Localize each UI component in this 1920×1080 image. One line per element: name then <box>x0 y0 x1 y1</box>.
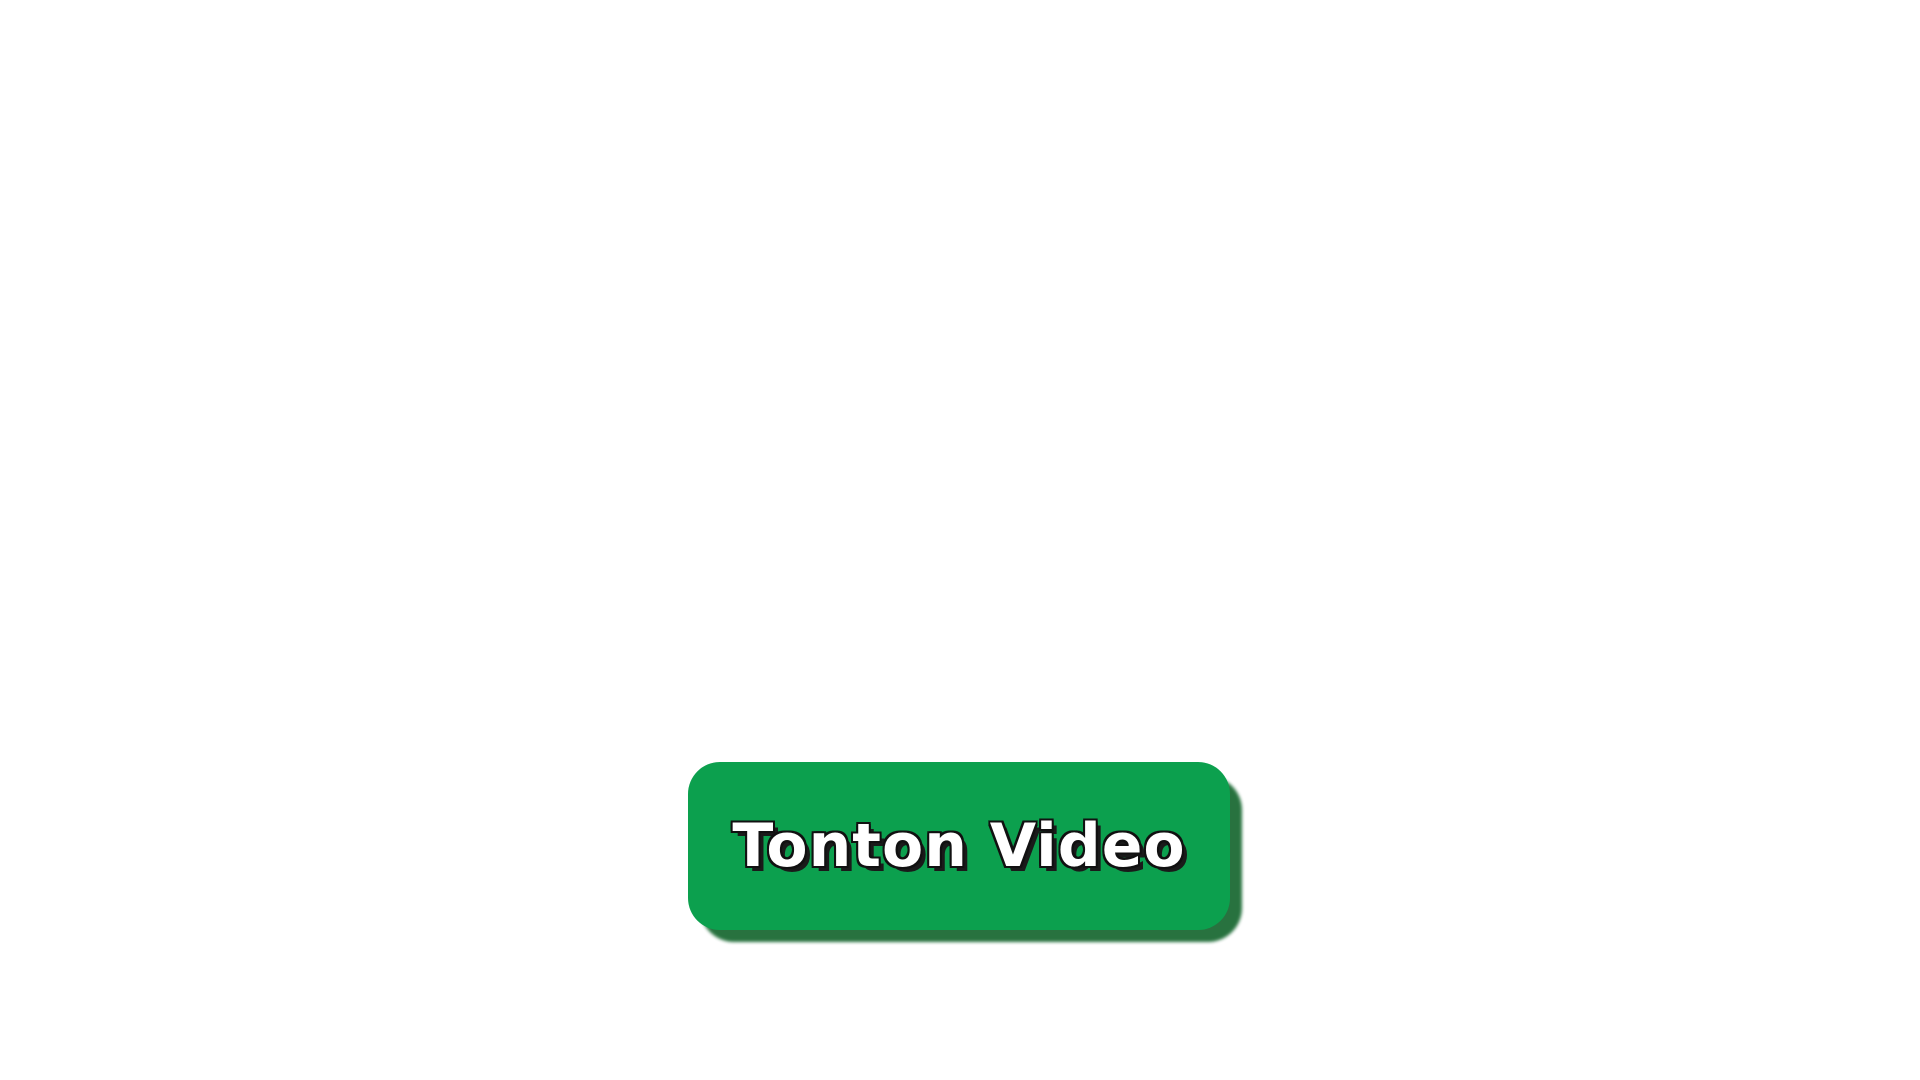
watch-video-button[interactable]: Tonton Video <box>688 762 1230 930</box>
watch-video-label: Tonton Video <box>732 811 1186 881</box>
page: Tonton Video <box>0 0 1920 1080</box>
watch-video-button-container: Tonton Video <box>688 762 1244 944</box>
